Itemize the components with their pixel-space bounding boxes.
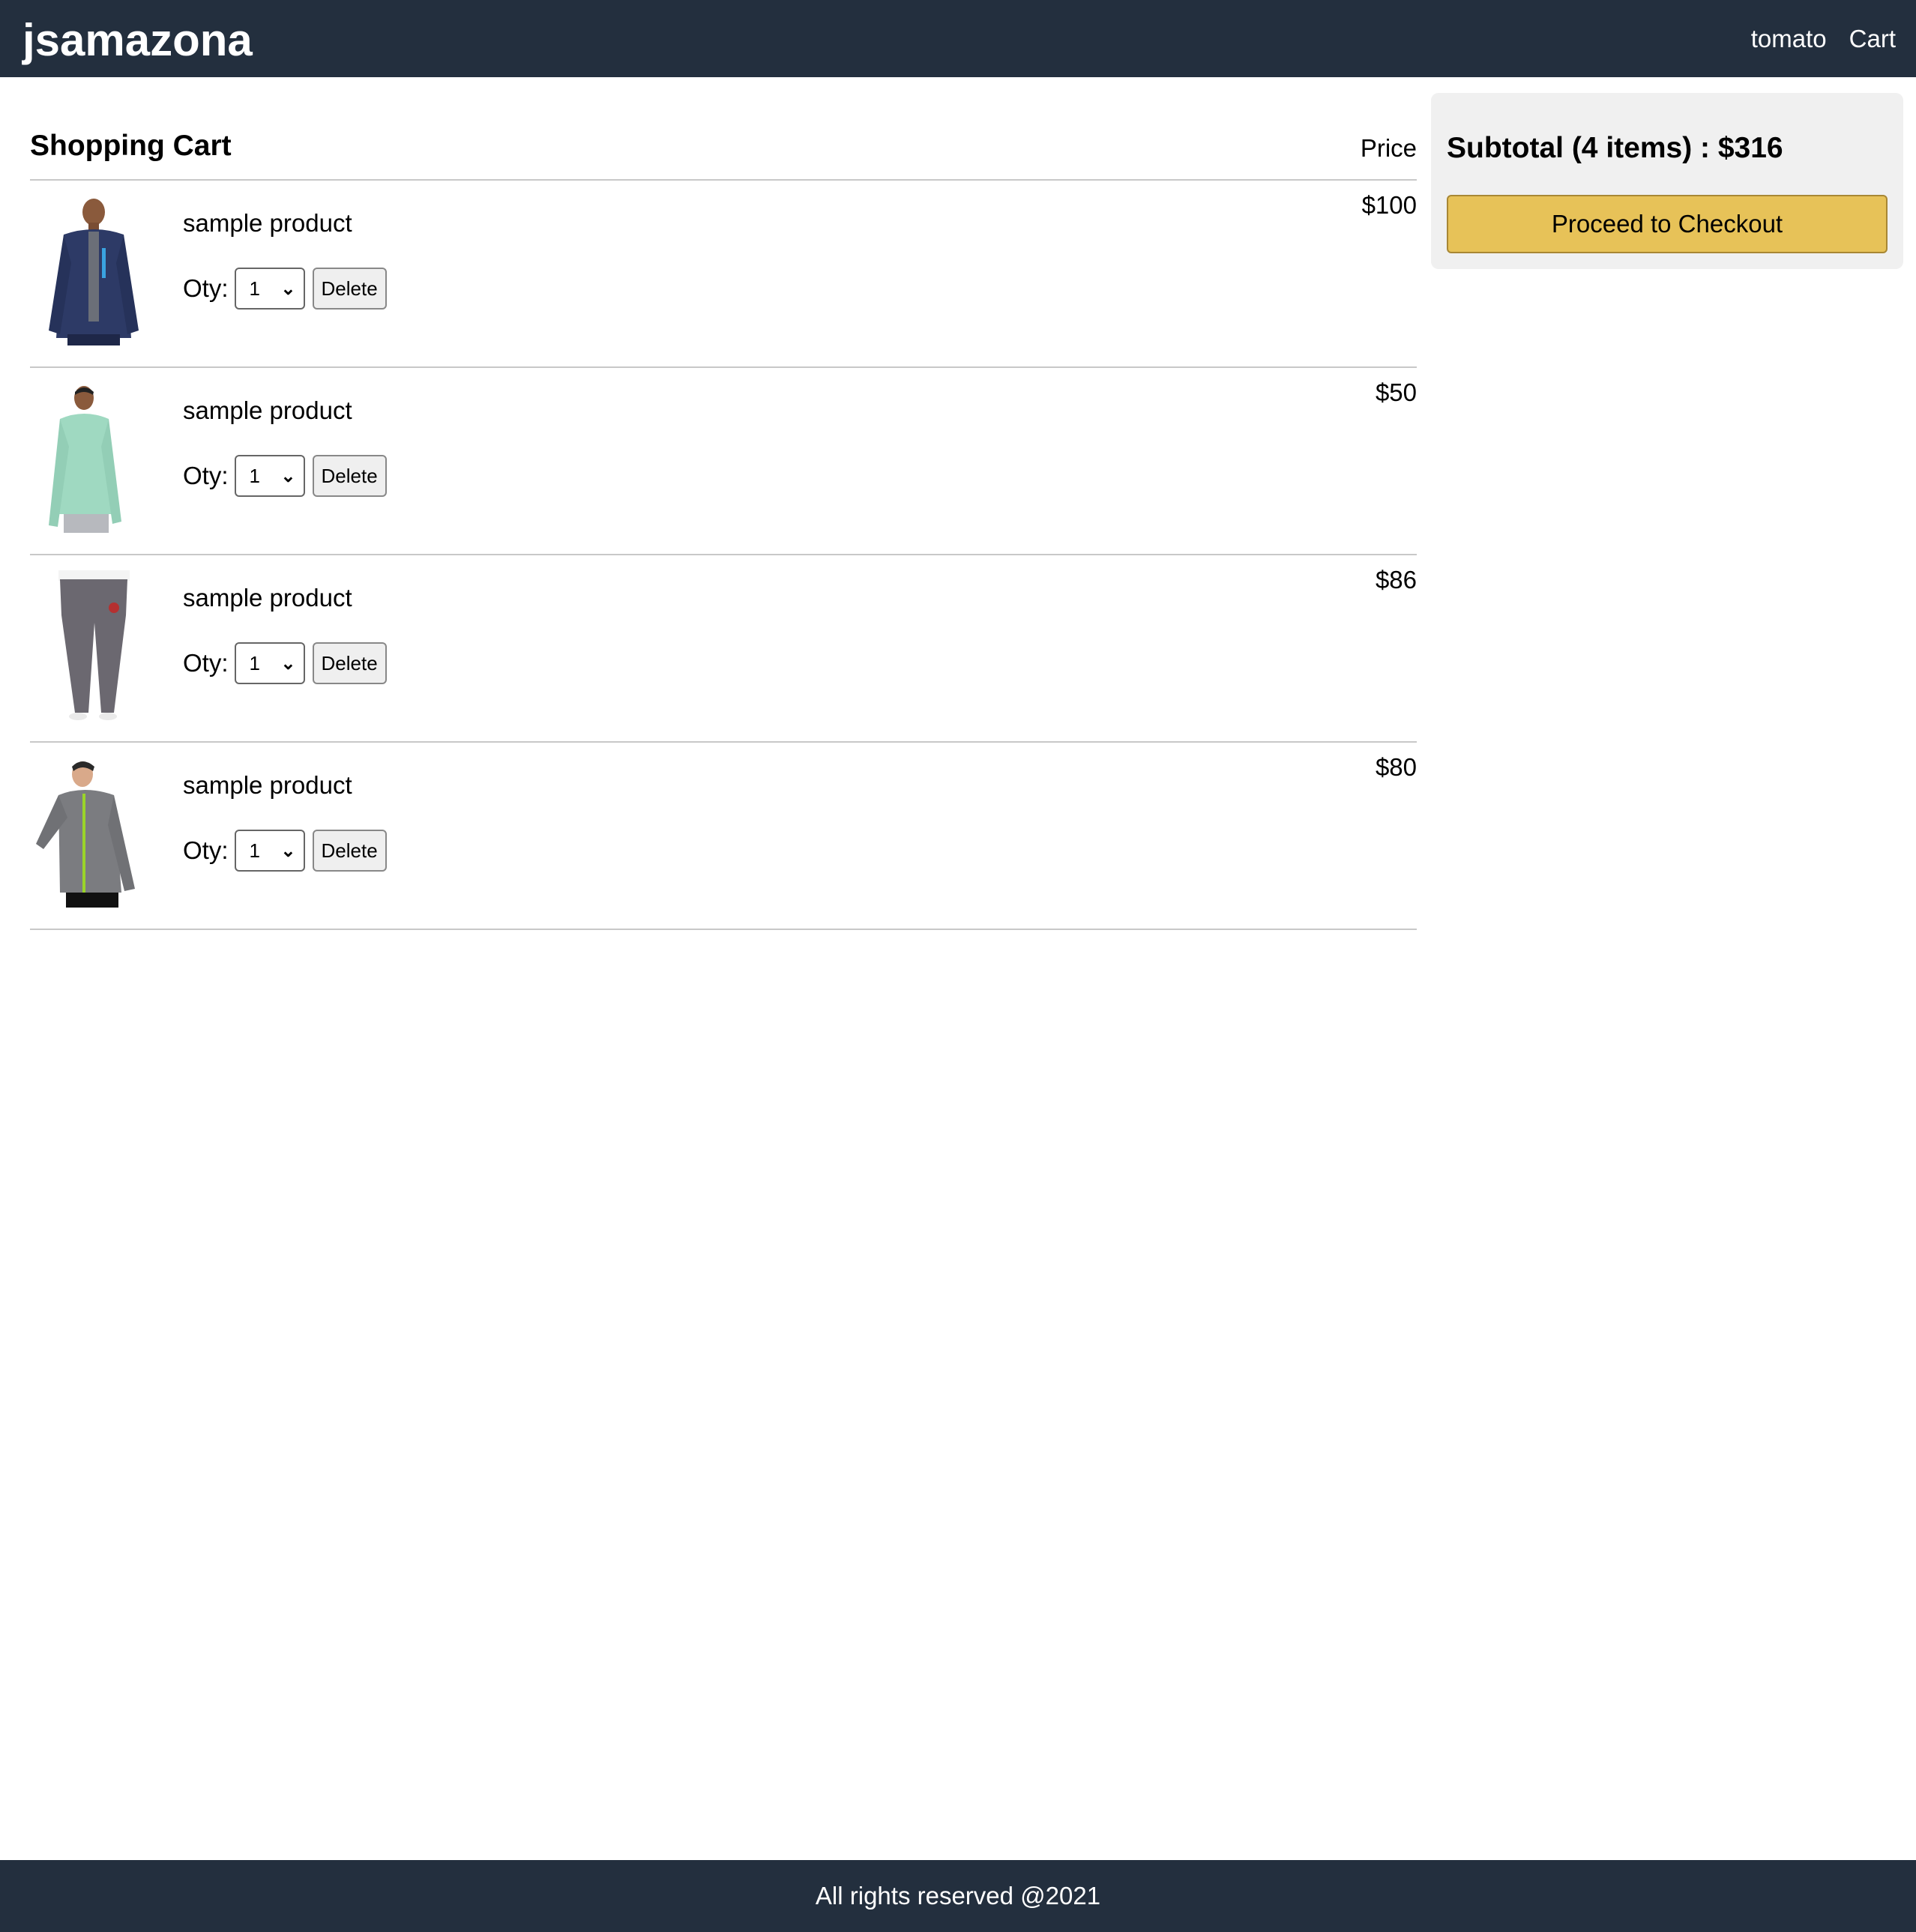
product-name-link[interactable]: sample product: [183, 771, 352, 800]
footer-text: All rights reserved @2021: [815, 1882, 1101, 1910]
nav-links: tomato Cart: [1751, 22, 1896, 55]
product-image[interactable]: [30, 196, 157, 345]
cart-item: sample product Oty: 1 ⌄ Delete $100: [30, 181, 1417, 368]
quantity-select[interactable]: 1 ⌄: [234, 268, 305, 310]
item-price: $86: [1375, 566, 1417, 594]
item-price: $50: [1375, 378, 1417, 406]
cart-item: sample product Oty: 1 ⌄ Delete $80: [30, 743, 1417, 930]
cart-item: sample product Oty: 1 ⌄ Delete $86: [30, 555, 1417, 743]
quantity-label: Oty:: [183, 836, 229, 864]
product-name-link[interactable]: sample product: [183, 209, 352, 238]
delete-button[interactable]: Delete: [312, 455, 387, 497]
man-grey-track-jacket-image: [36, 761, 135, 908]
quantity-value: 1: [249, 464, 260, 487]
chevron-down-icon: ⌄: [280, 278, 296, 299]
quantity-row: Oty: 1 ⌄ Delete: [183, 830, 387, 872]
product-name-link[interactable]: sample product: [183, 396, 352, 425]
chevron-down-icon: ⌄: [280, 840, 296, 861]
item-price: $100: [1361, 191, 1417, 219]
order-summary-card: Subtotal (4 items) : $316 Proceed to Che…: [1431, 93, 1903, 269]
delete-button[interactable]: Delete: [312, 268, 387, 310]
item-price: $80: [1375, 753, 1417, 781]
price-column-header: Price: [1360, 134, 1417, 162]
quantity-row: Oty: 1 ⌄ Delete: [183, 642, 387, 684]
brand-logo-link[interactable]: jsamazona: [22, 10, 253, 70]
quantity-row: Oty: 1 ⌄ Delete: [183, 268, 387, 310]
grey-jogger-pants-image: [58, 570, 130, 720]
product-image[interactable]: [30, 570, 157, 720]
quantity-label: Oty:: [183, 649, 229, 677]
quantity-value: 1: [249, 277, 260, 300]
shopping-cart-list: Shopping Cart Price sample product Oty: …: [30, 116, 1417, 930]
user-link[interactable]: tomato: [1751, 22, 1827, 55]
quantity-value: 1: [249, 651, 260, 674]
cart-item: sample product Oty: 1 ⌄ Delete $50: [30, 368, 1417, 555]
product-image[interactable]: [30, 383, 157, 533]
quantity-select[interactable]: 1 ⌄: [234, 830, 305, 872]
chevron-down-icon: ⌄: [280, 465, 296, 486]
man-navy-zip-hoodie-image: [49, 199, 139, 345]
product-name-link[interactable]: sample product: [183, 584, 352, 612]
proceed-to-checkout-button[interactable]: Proceed to Checkout: [1447, 195, 1888, 253]
footer: All rights reserved @2021: [0, 1860, 1916, 1932]
quantity-row: Oty: 1 ⌄ Delete: [183, 455, 387, 497]
quantity-label: Oty:: [183, 462, 229, 489]
cart-link[interactable]: Cart: [1849, 22, 1896, 55]
delete-button[interactable]: Delete: [312, 642, 387, 684]
page-title: Shopping Cart: [30, 130, 232, 162]
quantity-select[interactable]: 1 ⌄: [234, 455, 305, 497]
man-mint-long-sleeve-shirt-image: [49, 386, 121, 533]
top-navbar: jsamazona tomato Cart: [0, 0, 1916, 77]
quantity-select[interactable]: 1 ⌄: [234, 642, 305, 684]
chevron-down-icon: ⌄: [280, 653, 296, 674]
delete-button[interactable]: Delete: [312, 830, 387, 872]
quantity-label: Oty:: [183, 274, 229, 302]
quantity-value: 1: [249, 839, 260, 862]
product-image[interactable]: [30, 758, 157, 908]
subtotal-text: Subtotal (4 items) : $316: [1447, 132, 1783, 164]
cart-header: Shopping Cart Price: [30, 116, 1417, 181]
